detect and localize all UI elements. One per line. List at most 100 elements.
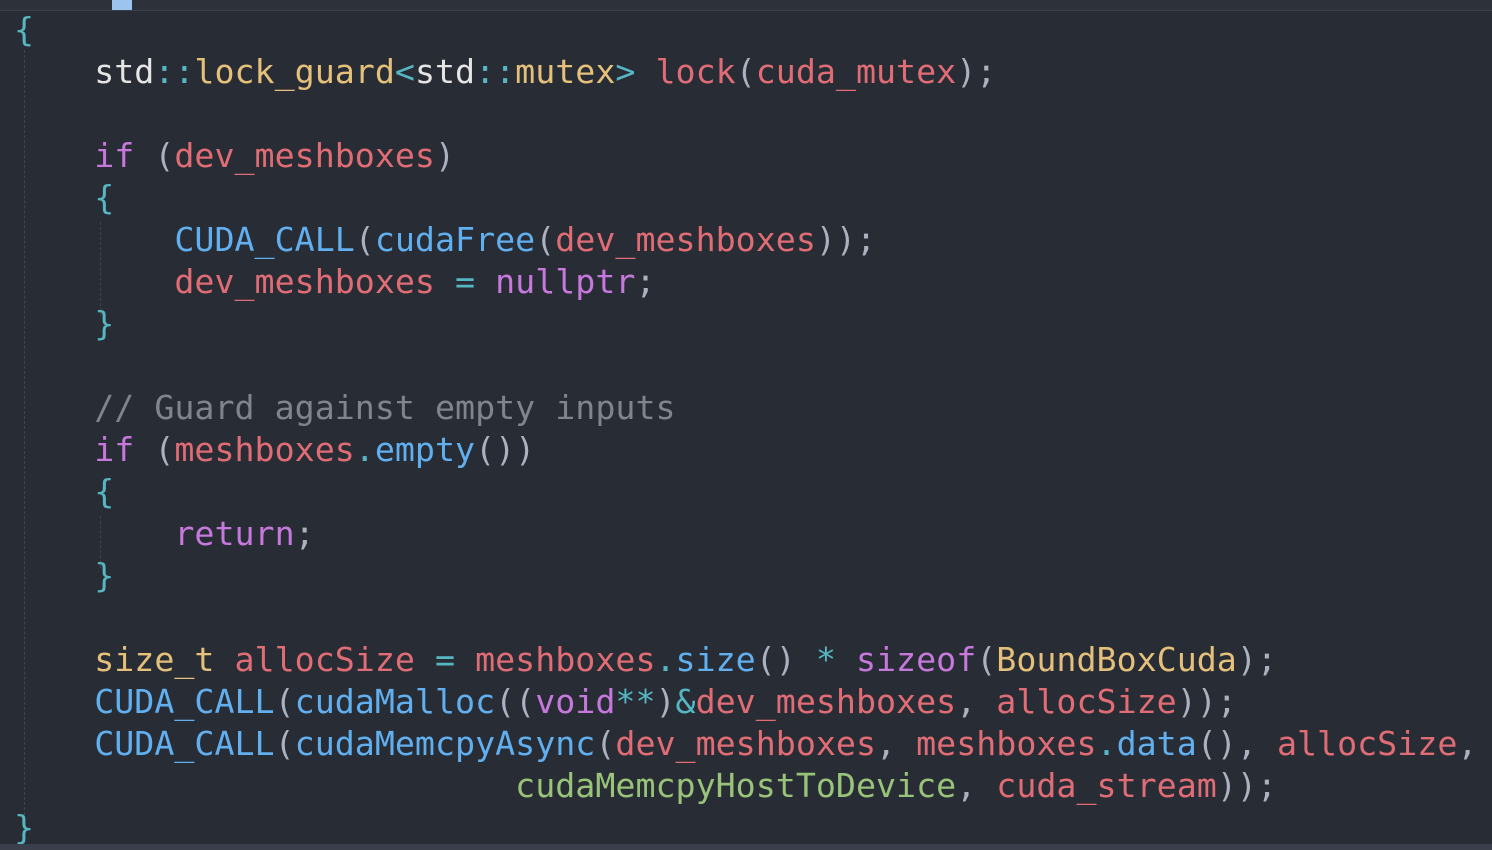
token-punct: (( bbox=[495, 682, 536, 721]
token-whitespace bbox=[14, 262, 174, 301]
token-var: meshboxes bbox=[916, 724, 1097, 763]
token-punct: (), bbox=[1196, 724, 1257, 763]
token-whitespace bbox=[1257, 724, 1277, 763]
token-whitespace bbox=[14, 430, 94, 469]
code-line[interactable]: std::lock_guard<std::mutex> lock(cuda_mu… bbox=[14, 51, 996, 93]
next-line-fragment bbox=[0, 844, 1492, 850]
token-fn: cudaMemcpyAsync bbox=[294, 724, 596, 763]
code-editor[interactable]: { std::lock_guard<std::mutex> lock(cuda_… bbox=[0, 0, 1492, 850]
code-line[interactable]: } bbox=[14, 807, 34, 849]
token-const: cudaMemcpyHostToDevice bbox=[515, 766, 957, 805]
token-whitespace bbox=[14, 136, 94, 175]
token-fn: CUDA_CALL bbox=[94, 724, 275, 763]
code-line[interactable]: if (meshboxes.empty()) bbox=[14, 429, 535, 471]
token-fn: CUDA_CALL bbox=[94, 682, 275, 721]
token-punct: , bbox=[956, 682, 977, 721]
token-whitespace bbox=[836, 640, 856, 679]
code-line[interactable]: dev_meshboxes = nullptr; bbox=[14, 261, 656, 303]
token-type: lock_guard bbox=[194, 52, 395, 91]
token-var: dev_meshboxes bbox=[615, 724, 877, 763]
token-punct: ()) bbox=[475, 430, 536, 469]
token-fn: cudaMalloc bbox=[294, 682, 496, 721]
token-var: dev_meshboxes bbox=[695, 682, 957, 721]
token-fn: cudaFree bbox=[374, 220, 536, 259]
token-brace: } bbox=[94, 556, 115, 595]
code-line[interactable]: { bbox=[14, 177, 114, 219]
token-ns: std bbox=[414, 52, 476, 91]
token-kw: nullptr bbox=[495, 262, 636, 301]
token-punct: ; bbox=[635, 262, 656, 301]
code-line[interactable]: } bbox=[14, 555, 114, 597]
token-var: lock bbox=[655, 52, 736, 91]
code-line[interactable]: CUDA_CALL(cudaMalloc((void**)&dev_meshbo… bbox=[14, 681, 1237, 723]
token-punct: ) bbox=[655, 682, 676, 721]
token-punct: ( bbox=[274, 682, 295, 721]
token-whitespace bbox=[14, 304, 94, 343]
code-line[interactable]: } bbox=[14, 303, 114, 345]
token-op: . bbox=[1096, 724, 1117, 763]
token-brace-outer: } bbox=[14, 808, 35, 847]
token-punct: ); bbox=[1236, 640, 1277, 679]
token-punct: ( bbox=[535, 220, 556, 259]
token-op: ** bbox=[615, 682, 656, 721]
token-whitespace bbox=[14, 514, 174, 553]
code-line[interactable]: size_t allocSize = meshboxes.size() * si… bbox=[14, 639, 1277, 681]
code-line[interactable]: CUDA_CALL(cudaMemcpyAsync(dev_meshboxes,… bbox=[14, 723, 1477, 765]
token-brace: { bbox=[94, 472, 115, 511]
token-var: meshboxes bbox=[475, 640, 656, 679]
token-whitespace bbox=[14, 766, 515, 805]
code-line[interactable]: if (dev_meshboxes) bbox=[14, 135, 455, 177]
token-punct: )); bbox=[815, 220, 877, 259]
token-punct: , bbox=[956, 766, 977, 805]
token-fn: data bbox=[1116, 724, 1197, 763]
token-punct: ) bbox=[434, 136, 456, 175]
token-kw: sizeof bbox=[855, 640, 977, 679]
token-fn: size bbox=[675, 640, 756, 679]
token-whitespace bbox=[14, 220, 174, 259]
token-punct: ( bbox=[735, 52, 756, 91]
token-punct: ; bbox=[294, 514, 315, 553]
token-fn: CUDA_CALL bbox=[174, 220, 355, 259]
code-line[interactable]: // Guard against empty inputs bbox=[14, 387, 676, 429]
token-var: allocSize bbox=[996, 682, 1177, 721]
text-cursor bbox=[112, 0, 132, 10]
token-punct: , bbox=[876, 724, 897, 763]
token-var: dev_meshboxes bbox=[174, 136, 435, 175]
code-line[interactable]: return; bbox=[14, 513, 315, 555]
token-whitespace bbox=[976, 682, 996, 721]
token-punct: ( bbox=[134, 136, 175, 175]
token-op: * bbox=[815, 640, 836, 679]
code-line[interactable]: { bbox=[14, 9, 34, 51]
token-brace: } bbox=[94, 304, 115, 343]
token-kw: void bbox=[535, 682, 616, 721]
token-whitespace bbox=[14, 682, 94, 721]
token-kw: if bbox=[94, 430, 135, 469]
token-whitespace bbox=[14, 472, 94, 511]
token-punct: ( bbox=[354, 220, 375, 259]
token-punct: )); bbox=[1176, 682, 1237, 721]
token-op: > bbox=[615, 52, 636, 91]
token-whitespace bbox=[14, 724, 94, 763]
token-whitespace bbox=[635, 52, 655, 91]
token-fn: empty bbox=[374, 430, 476, 469]
token-punct: )); bbox=[1216, 766, 1277, 805]
token-brace-outer: { bbox=[14, 10, 35, 49]
token-punct: ( bbox=[274, 724, 295, 763]
token-whitespace bbox=[14, 178, 94, 217]
token-whitespace bbox=[475, 262, 495, 301]
code-line[interactable]: cudaMemcpyHostToDevice, cuda_stream)); bbox=[14, 765, 1277, 807]
token-comment: // Guard against empty inputs bbox=[94, 388, 676, 427]
code-line[interactable]: { bbox=[14, 471, 114, 513]
token-punct: ( bbox=[134, 430, 175, 469]
token-whitespace bbox=[214, 640, 234, 679]
token-whitespace bbox=[455, 640, 475, 679]
token-punct: ( bbox=[595, 724, 616, 763]
token-op: :: bbox=[475, 52, 516, 91]
token-whitespace bbox=[796, 640, 816, 679]
token-var: meshboxes bbox=[174, 430, 355, 469]
token-op: . bbox=[354, 430, 375, 469]
code-line[interactable]: CUDA_CALL(cudaFree(dev_meshboxes)); bbox=[14, 219, 876, 261]
token-whitespace bbox=[14, 556, 94, 595]
token-whitespace bbox=[14, 388, 94, 427]
token-op: = bbox=[434, 640, 456, 679]
